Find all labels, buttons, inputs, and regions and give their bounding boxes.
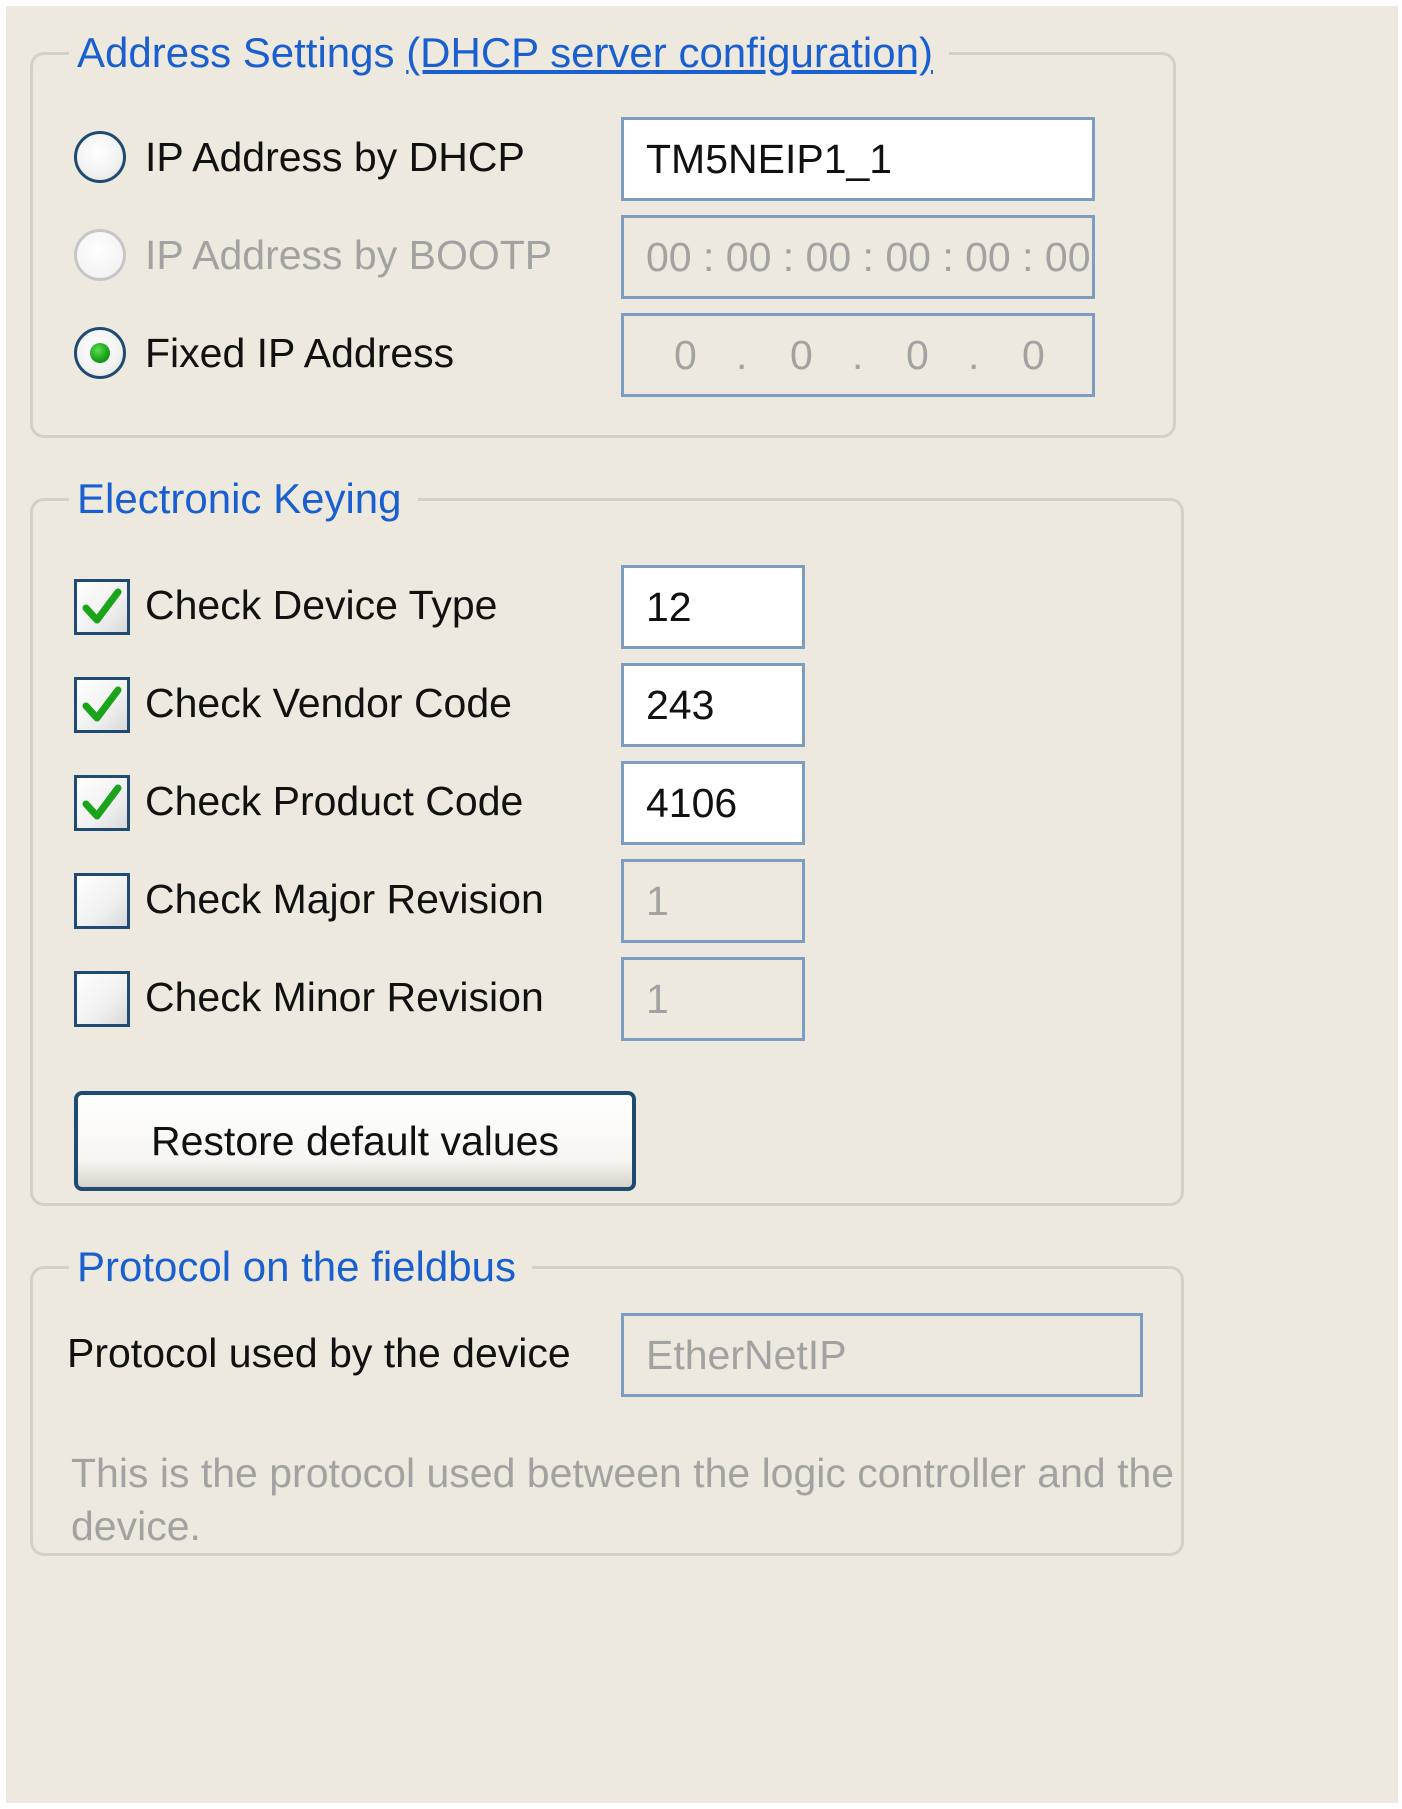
ip-dot-separator: . [852, 332, 864, 378]
protocol-label: Protocol used by the device [67, 1330, 571, 1376]
radio-selected-dot [90, 343, 110, 363]
protocol-description: This is the protocol used between the lo… [71, 1450, 1175, 1549]
electronic-keying-legend: Electronic Keying [69, 471, 418, 527]
protocol-row: Protocol used by the device EtherNetIP [33, 1313, 1181, 1397]
bootp-radio[interactable] [74, 229, 126, 281]
check-vendor-code-checkbox[interactable] [74, 677, 130, 733]
check-minor-revision-label: Check Minor Revision [145, 974, 544, 1020]
dhcp-row: IP Address by DHCP TM5NEIP1_1 [33, 117, 1173, 201]
check-minor-revision-checkbox[interactable] [74, 971, 130, 1027]
restore-default-values-button[interactable]: Restore default values [74, 1091, 636, 1191]
check-product-code-checkbox[interactable] [74, 775, 130, 831]
bootp-label: IP Address by BOOTP [145, 232, 553, 278]
check-device-type-row: Check Device Type 12 [33, 565, 1181, 649]
ip-octet-1: 0 [674, 332, 697, 378]
check-major-revision-label: Check Major Revision [145, 876, 544, 922]
fixed-ip-field[interactable]: 0 . 0 . 0 . 0 [621, 313, 1095, 397]
dhcp-label: IP Address by DHCP [145, 134, 525, 180]
fixed-ip-label: Fixed IP Address [145, 330, 455, 376]
checkmark-icon [82, 784, 122, 820]
bootp-mac-field[interactable]: 00 : 00 : 00 : 00 : 00 : 00 [621, 215, 1095, 299]
dhcp-radio[interactable] [74, 131, 126, 183]
address-settings-title: Address Settings [77, 29, 395, 76]
ip-octet-3: 0 [906, 332, 929, 378]
ip-octet-4: 0 [1022, 332, 1045, 378]
ip-dot-separator: . [736, 332, 748, 378]
major-revision-field[interactable]: 1 [621, 859, 805, 943]
fixed-ip-radio[interactable] [74, 327, 126, 379]
check-vendor-code-label: Check Vendor Code [145, 680, 512, 726]
check-major-revision-checkbox[interactable] [74, 873, 130, 929]
bootp-row: IP Address by BOOTP 00 : 00 : 00 : 00 : … [33, 215, 1173, 299]
dhcp-server-configuration-link[interactable]: (DHCP server configuration) [406, 29, 933, 76]
address-settings-group: Address Settings (DHCP server configurat… [30, 25, 1176, 438]
ip-octet-2: 0 [790, 332, 813, 378]
configuration-panel: Address Settings (DHCP server configurat… [6, 6, 1398, 1803]
address-settings-legend: Address Settings (DHCP server configurat… [69, 25, 949, 81]
protocol-legend: Protocol on the fieldbus [69, 1239, 532, 1295]
ip-dot-separator: . [968, 332, 980, 378]
check-minor-revision-row: Check Minor Revision 1 [33, 957, 1181, 1041]
dhcp-name-field[interactable]: TM5NEIP1_1 [621, 117, 1095, 201]
protocol-group: Protocol on the fieldbus Protocol used b… [30, 1239, 1184, 1556]
check-vendor-code-row: Check Vendor Code 243 [33, 663, 1181, 747]
electronic-keying-group: Electronic Keying Check Device Type 12 C… [30, 471, 1184, 1206]
check-major-revision-row: Check Major Revision 1 [33, 859, 1181, 943]
vendor-code-field[interactable]: 243 [621, 663, 805, 747]
fixed-ip-row: Fixed IP Address 0 . 0 . 0 . 0 [33, 313, 1173, 397]
checkmark-icon [82, 588, 122, 624]
checkmark-icon [82, 686, 122, 722]
product-code-field[interactable]: 4106 [621, 761, 805, 845]
check-product-code-label: Check Product Code [145, 778, 524, 824]
check-device-type-checkbox[interactable] [74, 579, 130, 635]
device-type-field[interactable]: 12 [621, 565, 805, 649]
protocol-field[interactable]: EtherNetIP [621, 1313, 1143, 1397]
minor-revision-field[interactable]: 1 [621, 957, 805, 1041]
check-device-type-label: Check Device Type [145, 582, 498, 628]
check-product-code-row: Check Product Code 4106 [33, 761, 1181, 845]
